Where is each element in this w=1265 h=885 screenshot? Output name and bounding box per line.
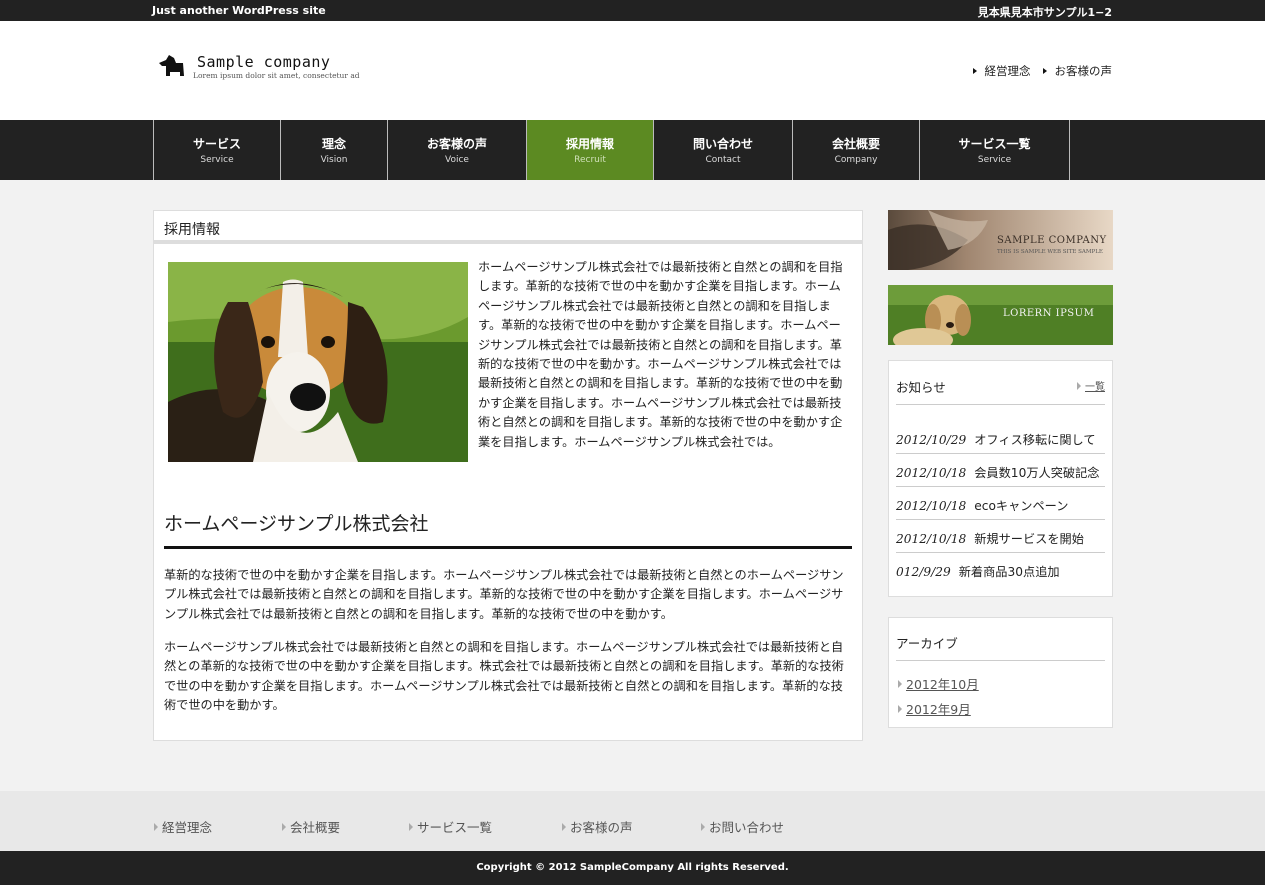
news-date: 012/9/29 — [896, 565, 951, 579]
nav-item-label: サービス — [192, 137, 241, 151]
news-date: 2012/10/18 — [896, 499, 967, 513]
nav-item-voice[interactable]: お客様の声 Voice — [388, 120, 527, 180]
footer-link-label: お客様の声 — [570, 820, 633, 835]
news-text: ecoキャンペーン — [974, 499, 1069, 513]
news-text: 新着商品30点追加 — [958, 565, 1060, 579]
archive-widget: アーカイブ 2012年10月 2012年9月 — [888, 617, 1113, 728]
nav-item-sublabel: Contact — [705, 155, 741, 165]
news-title: お知らせ — [896, 377, 1105, 405]
footer-link-label: 経営理念 — [162, 820, 213, 835]
nav-item-sublabel: Vision — [320, 155, 348, 165]
nav-item-label: 会社概要 — [831, 137, 880, 151]
page-title: 採用情報 — [154, 211, 862, 244]
section-heading: ホームページサンプル株式会社 — [164, 509, 852, 549]
nav-item-sublabel: Voice — [445, 155, 469, 165]
footer-link-label: サービス一覧 — [417, 820, 493, 835]
news-item[interactable]: 2012/10/29 オフィス移転に関して — [896, 421, 1105, 454]
triangle-right-icon — [898, 679, 902, 688]
nav-item-sublabel: Company — [834, 155, 878, 165]
company-address: 見本県見本市サンプル1−2 — [977, 6, 1112, 19]
body-paragraph: 革新的な技術で世の中を動かす企業を目指します。ホームページサンプル株式会社では最… — [164, 568, 844, 621]
news-list-link-label: 一覧 — [1085, 382, 1105, 393]
triangle-right-icon — [898, 704, 902, 713]
news-text: オフィス移転に関して — [974, 433, 1096, 447]
news-widget: お知らせ 一覧 2012/10/29 オフィス移転に関して 2012/10/18 会… — [888, 360, 1113, 597]
triangle-right-icon — [154, 822, 158, 831]
header-link-philosophy[interactable]: 経営理念 — [972, 63, 1031, 79]
triangle-right-icon — [562, 822, 566, 831]
footer-link-service-list[interactable]: サービス一覧 — [409, 817, 492, 836]
triangle-right-icon — [409, 822, 413, 831]
footer-link-contact[interactable]: お問い合わせ — [701, 817, 784, 836]
archive-link[interactable]: 2012年9月 — [906, 699, 971, 718]
nav-item-sublabel: Recruit — [574, 155, 606, 165]
archive-item: 2012年10月 — [898, 671, 979, 696]
nav-item-service-list[interactable]: サービス一覧 Service — [920, 120, 1070, 180]
header-link-label: 経営理念 — [984, 64, 1031, 78]
footer-link-label: お問い合わせ — [709, 820, 785, 835]
archive-link[interactable]: 2012年10月 — [906, 674, 979, 693]
body-paragraph: ホームページサンプル株式会社では最新技術と自然との調和を目指します。ホームページ… — [164, 640, 844, 713]
footer-link-philosophy[interactable]: 経営理念 — [154, 817, 212, 836]
nav-item-label: 採用情報 — [565, 137, 614, 151]
nav-item-label: 理念 — [321, 137, 346, 151]
header-link-voice[interactable]: お客様の声 — [1042, 63, 1113, 79]
archive-title: アーカイブ — [896, 633, 1105, 661]
site-logo[interactable]: Sample company Lorem ipsum dolor sit ame… — [157, 53, 360, 83]
news-list-link[interactable]: 一覧 — [1077, 378, 1105, 393]
site-tagline: Just another WordPress site — [152, 4, 326, 17]
news-item[interactable]: 2012/10/18 ecoキャンペーン — [896, 487, 1105, 520]
lorem-ipsum-banner[interactable]: LORERN IPSUM — [888, 285, 1113, 345]
nav-item-label: 問い合わせ — [692, 137, 753, 151]
archive-item: 2012年9月 — [898, 696, 979, 721]
global-nav: サービス Service 理念 Vision お客様の声 Voice 採用情報 … — [0, 120, 1265, 180]
nav-item-vision[interactable]: 理念 Vision — [281, 120, 388, 180]
logo-name: Sample company — [197, 53, 331, 71]
main-content: 採用情報 ホームページサンプル株式会社では最新技術と自然との調和を目指します。革… — [153, 210, 863, 741]
intro-text: ホームページサンプル株式会社では最新技術と自然との調和を目指します。革新的な技術… — [478, 260, 843, 449]
footer-link-voice[interactable]: お客様の声 — [562, 817, 633, 836]
header-link-label: お客様の声 — [1054, 64, 1113, 78]
nav-item-service[interactable]: サービス Service — [154, 120, 281, 180]
footer-nav: 経営理念 会社概要 サービス一覧 お客様の声 お問い合わせ — [0, 791, 1265, 851]
news-date: 2012/10/18 — [896, 532, 967, 546]
nav-item-recruit[interactable]: 採用情報 Recruit — [527, 120, 654, 180]
top-bar: Just another WordPress site 見本県見本市サンプル1−… — [0, 0, 1265, 21]
copyright: Copyright © 2012 SampleCompany All right… — [0, 851, 1265, 885]
triangle-right-icon — [1042, 68, 1047, 74]
site-header: Sample company Lorem ipsum dolor sit ame… — [0, 21, 1265, 120]
news-item[interactable]: 2012/10/18 会員数10万人突破記念 — [896, 454, 1105, 487]
sample-company-banner[interactable]: SAMPLE COMPANY THIS IS SAMPLE WEB SITE S… — [888, 210, 1113, 270]
triangle-right-icon — [701, 822, 705, 831]
nav-item-label: サービス一覧 — [958, 137, 1031, 151]
news-text: 新規サービスを開始 — [974, 532, 1084, 546]
footer-link-label: 会社概要 — [290, 820, 341, 835]
banner-title: LORERN IPSUM — [1003, 308, 1095, 319]
dog-logo-icon — [159, 55, 184, 76]
header-links: 経営理念 お客様の声 — [972, 63, 1113, 79]
news-date: 2012/10/29 — [896, 433, 967, 447]
triangle-right-icon — [972, 68, 977, 74]
news-text: 会員数10万人突破記念 — [974, 466, 1100, 480]
nav-item-sublabel: Service — [200, 155, 234, 165]
triangle-right-icon — [1077, 381, 1081, 390]
beagle-photo — [168, 262, 468, 462]
nav-item-company[interactable]: 会社概要 Company — [793, 120, 920, 180]
nav-item-label: お客様の声 — [426, 137, 487, 151]
news-item[interactable]: 012/9/29 新着商品30点追加 — [896, 553, 1105, 586]
logo-subtitle: Lorem ipsum dolor sit amet, consectetur … — [193, 71, 360, 80]
nav-item-contact[interactable]: 問い合わせ Contact — [654, 120, 793, 180]
banner-subtitle: THIS IS SAMPLE WEB SITE SAMPLE — [997, 249, 1103, 255]
triangle-right-icon — [282, 822, 286, 831]
nav-item-sublabel: Service — [977, 155, 1012, 165]
news-date: 2012/10/18 — [896, 466, 967, 480]
banner-title: SAMPLE COMPANY — [997, 235, 1107, 246]
news-item[interactable]: 2012/10/18 新規サービスを開始 — [896, 520, 1105, 553]
footer-link-company[interactable]: 会社概要 — [282, 817, 340, 836]
